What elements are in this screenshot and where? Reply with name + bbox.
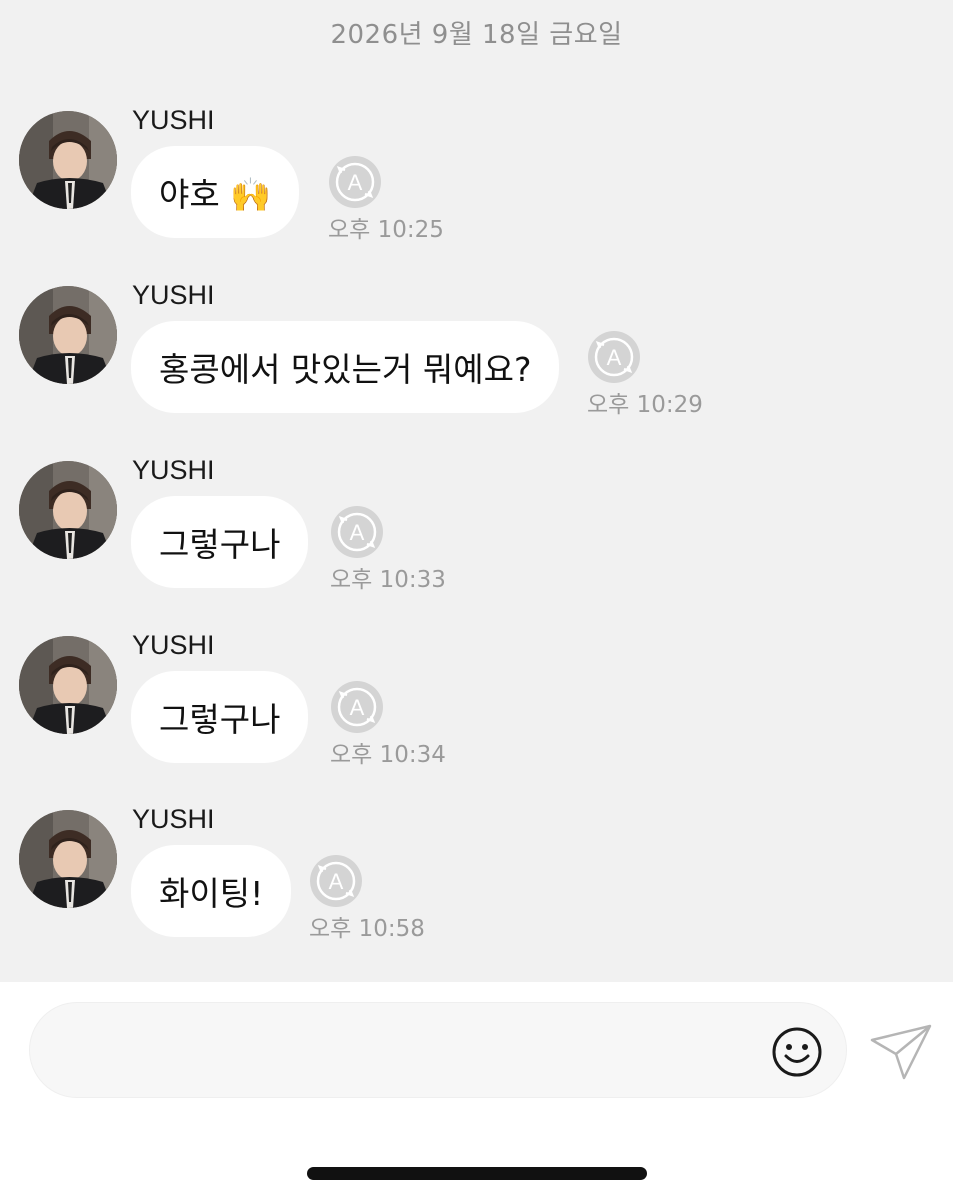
- avatar[interactable]: [19, 286, 117, 384]
- sender-name: YUSHI: [132, 630, 215, 660]
- smiley-face-icon[interactable]: [770, 1025, 824, 1079]
- message-row: YUSHI 홍콩에서 맛있는거 뭐예요? A 오후 10:29: [0, 280, 953, 426]
- sender-name: YUSHI: [132, 280, 215, 310]
- message-row: YUSHI 그렇구나 A 오후 10:33: [0, 455, 953, 601]
- chat-screen: 2026년 9월 18일 금요일 YUSHI 야호 🙌 A 오후 10:25 Y…: [0, 0, 953, 1200]
- sender-name: YUSHI: [132, 105, 215, 135]
- translate-icon[interactable]: A: [309, 854, 363, 908]
- message-time: 오후 10:29: [587, 392, 703, 418]
- sender-name: YUSHI: [132, 804, 215, 834]
- chat-history[interactable]: 2026년 9월 18일 금요일 YUSHI 야호 🙌 A 오후 10:25 Y…: [0, 0, 953, 982]
- avatar[interactable]: [19, 636, 117, 734]
- avatar[interactable]: [19, 111, 117, 209]
- sender-name: YUSHI: [132, 455, 215, 485]
- message-bubble[interactable]: 야호 🙌: [131, 146, 300, 238]
- message-bubble[interactable]: 화이팅!: [131, 845, 292, 937]
- message-bubble[interactable]: 그렇구나: [131, 671, 309, 763]
- message-row: YUSHI 화이팅! A 오후 10:58: [0, 804, 953, 950]
- message-input[interactable]: [60, 1023, 764, 1081]
- avatar[interactable]: [19, 461, 117, 559]
- message-time: 오후 10:58: [309, 916, 425, 942]
- translate-icon[interactable]: A: [330, 505, 384, 559]
- translate-icon-letter: A: [350, 520, 365, 545]
- message-time: 오후 10:33: [330, 567, 446, 593]
- translate-icon-letter: A: [350, 695, 365, 720]
- paper-plane-icon[interactable]: [868, 1022, 934, 1082]
- message-bubble[interactable]: 홍콩에서 맛있는거 뭐예요?: [131, 321, 560, 413]
- translate-icon-letter: A: [348, 170, 363, 195]
- message-bubble[interactable]: 그렇구나: [131, 496, 309, 588]
- avatar[interactable]: [19, 810, 117, 908]
- translate-icon[interactable]: A: [587, 330, 641, 384]
- message-time: 오후 10:34: [330, 742, 446, 768]
- message-input-container[interactable]: [29, 1002, 847, 1098]
- message-composer: [0, 982, 953, 1200]
- date-divider: 2026년 9월 18일 금요일: [330, 20, 623, 50]
- home-indicator: [307, 1167, 647, 1180]
- translate-icon-letter: A: [607, 345, 622, 370]
- translate-icon[interactable]: A: [330, 680, 384, 734]
- translate-icon[interactable]: A: [328, 155, 382, 209]
- message-row: YUSHI 야호 🙌 A 오후 10:25: [0, 105, 953, 251]
- translate-icon-letter: A: [329, 869, 344, 894]
- message-row: YUSHI 그렇구나 A 오후 10:34: [0, 630, 953, 776]
- message-time: 오후 10:25: [328, 217, 444, 243]
